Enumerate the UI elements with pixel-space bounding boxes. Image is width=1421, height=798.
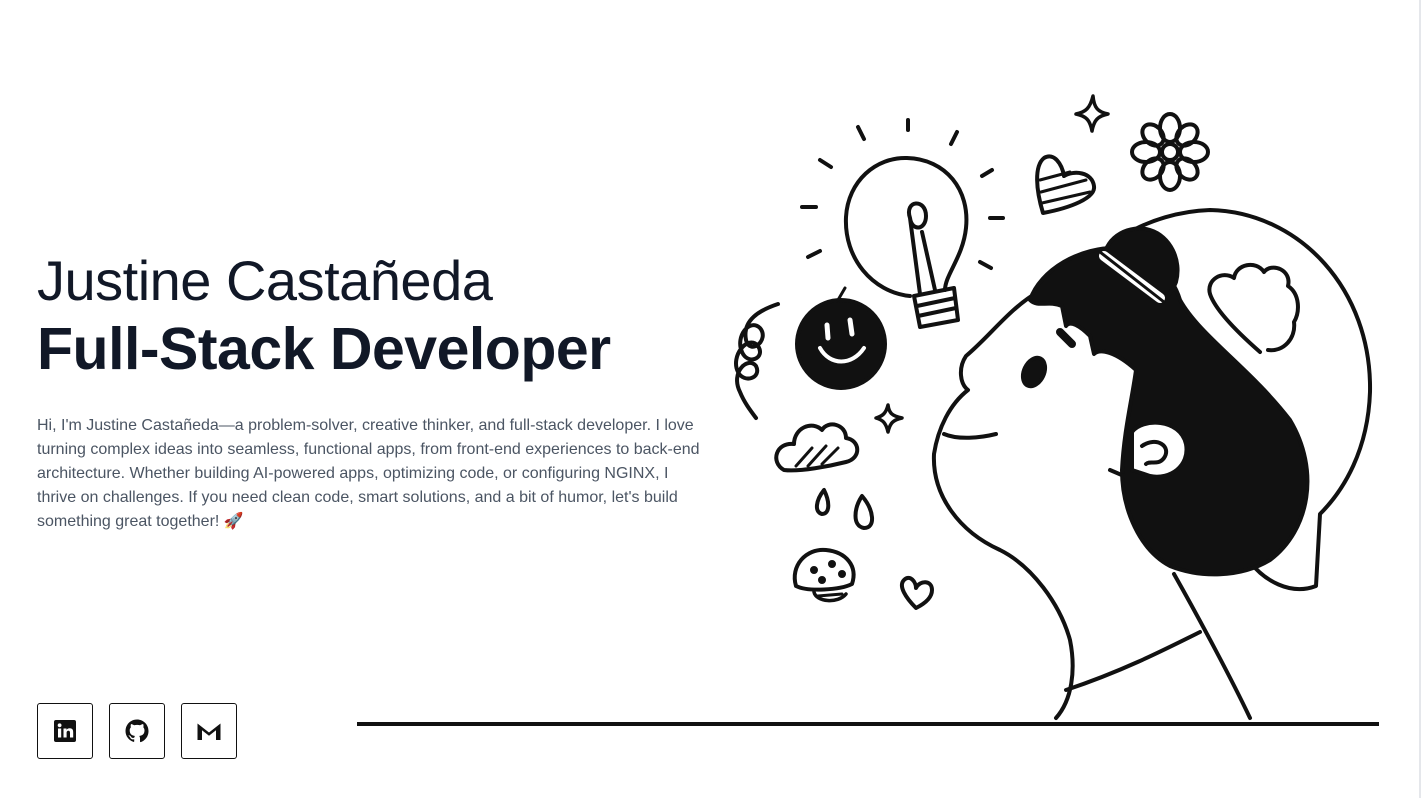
hero-role: Full-Stack Developer xyxy=(37,316,611,382)
squiggle-icon xyxy=(734,302,780,420)
raindrop-icon xyxy=(815,488,831,516)
page: Justine Castañeda Full-Stack Developer H… xyxy=(0,0,1421,798)
muffin-icon xyxy=(792,547,856,603)
sparkle-icon xyxy=(1074,94,1110,133)
github-button[interactable] xyxy=(109,703,165,759)
hero-illustration xyxy=(720,80,1400,740)
storm-cloud-icon xyxy=(774,422,860,473)
lightbulb-rays-icon xyxy=(800,118,1005,270)
hero-bio: Hi, I'm Justine Castañeda—a problem-solv… xyxy=(37,417,700,530)
character-head xyxy=(931,208,1373,720)
gmail-icon xyxy=(196,720,222,742)
raindrop-icon xyxy=(853,494,874,530)
linkedin-icon xyxy=(53,719,77,743)
ground-line xyxy=(357,722,1379,726)
lightbulb-icon xyxy=(843,155,969,329)
gmail-button[interactable] xyxy=(181,703,237,759)
smiley-face-icon xyxy=(795,286,887,390)
cloud-icon xyxy=(1207,262,1300,354)
small-heart-icon xyxy=(899,575,934,610)
hero-name: Justine Castañeda xyxy=(37,249,493,312)
small-sparkle-icon xyxy=(874,403,904,434)
hero-text: Justine Castañeda Full-Stack Developer H… xyxy=(37,248,717,534)
striped-heart-icon xyxy=(1035,154,1096,215)
linkedin-button[interactable] xyxy=(37,703,93,759)
social-links xyxy=(37,703,237,759)
github-icon xyxy=(125,719,149,743)
flower-icon xyxy=(1130,112,1210,192)
